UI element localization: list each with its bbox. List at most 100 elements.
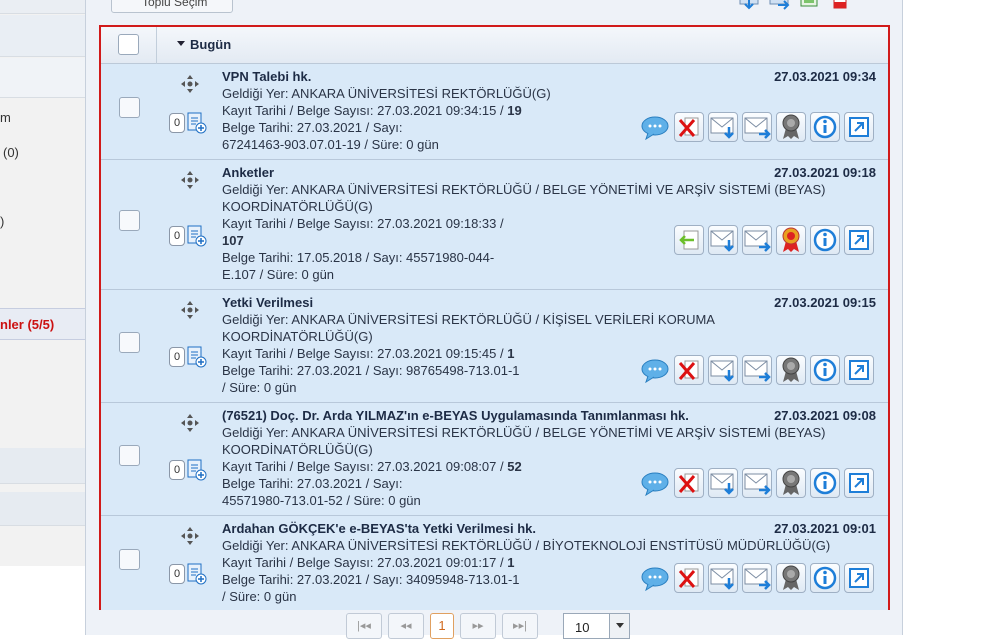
first-page-button[interactable]: |◂◂ xyxy=(346,613,382,639)
move-icon[interactable] xyxy=(180,526,200,546)
seal-button[interactable] xyxy=(776,112,806,142)
row-number: 45571980-713.01-52 / Süre: 0 gün xyxy=(222,493,421,508)
forward-button[interactable] xyxy=(742,112,772,142)
current-page[interactable]: 1 xyxy=(430,613,454,639)
row-title[interactable]: Anketler xyxy=(222,165,274,180)
attachment-add-icon[interactable] xyxy=(187,346,207,368)
attachment-count[interactable]: 0 xyxy=(169,460,185,480)
comment-icon xyxy=(641,472,669,496)
seal-button[interactable] xyxy=(776,468,806,498)
attachment-count[interactable]: 0 xyxy=(169,226,185,246)
open-button[interactable] xyxy=(844,563,874,593)
open-button[interactable] xyxy=(844,468,874,498)
info-button[interactable] xyxy=(810,225,840,255)
move-icon[interactable] xyxy=(180,74,200,94)
reject-icon xyxy=(678,473,699,493)
comment-button[interactable] xyxy=(640,468,670,498)
receive-button[interactable] xyxy=(708,468,738,498)
table-row[interactable]: 0 Anketler 27.03.2021 09:18 Geldiği Yer:… xyxy=(101,160,888,290)
seal-button[interactable] xyxy=(776,355,806,385)
row-doc-date: Belge Tarihi: 27.03.2021 / Sayı: xyxy=(222,476,403,491)
group-header[interactable]: Bugün xyxy=(101,27,888,64)
attachment-add-icon[interactable] xyxy=(187,112,207,134)
info-button[interactable] xyxy=(810,112,840,142)
row-title[interactable]: Yetki Verilmesi xyxy=(222,295,313,310)
sidebar-block[interactable] xyxy=(0,15,85,57)
prev-page-icon: ◂◂ xyxy=(400,620,412,632)
excel-icon[interactable] xyxy=(798,0,822,10)
receive-button[interactable] xyxy=(708,112,738,142)
reject-button[interactable] xyxy=(674,563,704,593)
info-button[interactable] xyxy=(810,355,840,385)
row-record-label: Kayıt Tarihi / Belge Sayısı: 27.03.2021 … xyxy=(222,459,508,474)
move-icon[interactable] xyxy=(180,170,200,190)
sidebar-block[interactable] xyxy=(0,448,85,484)
next-page-button[interactable]: ▸▸ xyxy=(460,613,496,639)
reject-icon xyxy=(678,117,699,137)
row-title[interactable]: VPN Talebi hk. xyxy=(222,69,311,84)
attachment-count[interactable]: 0 xyxy=(169,564,185,584)
sidebar-block[interactable] xyxy=(0,58,85,98)
sidebar-item-m[interactable]: m xyxy=(0,110,11,125)
reject-button[interactable] xyxy=(674,112,704,142)
bulk-select-button[interactable]: Toplu Seçim xyxy=(111,0,233,13)
attachment-add-icon[interactable] xyxy=(187,459,207,481)
mail-forward-icon xyxy=(744,473,771,495)
row-checkbox[interactable] xyxy=(119,210,140,231)
comment-button[interactable] xyxy=(640,355,670,385)
pdf-icon[interactable] xyxy=(828,0,852,10)
reject-button[interactable] xyxy=(674,355,704,385)
seal-button[interactable] xyxy=(776,563,806,593)
receive-button[interactable] xyxy=(708,355,738,385)
collapse-arrow-icon[interactable] xyxy=(177,41,185,46)
prev-page-button[interactable]: ◂◂ xyxy=(388,613,424,639)
row-date: 27.03.2021 09:08 xyxy=(774,408,876,423)
last-page-button[interactable]: ▸▸| xyxy=(502,613,538,639)
sidebar-item-count[interactable]: (0) xyxy=(3,145,19,160)
select-all-checkbox[interactable] xyxy=(118,34,139,55)
reply-button[interactable] xyxy=(674,225,704,255)
attachment-count[interactable]: 0 xyxy=(169,113,185,133)
sidebar-block[interactable] xyxy=(0,492,85,526)
download-icon[interactable] xyxy=(738,0,762,10)
forward-icon[interactable] xyxy=(768,0,792,10)
receive-button[interactable] xyxy=(708,563,738,593)
comment-icon xyxy=(641,567,669,591)
move-icon[interactable] xyxy=(180,413,200,433)
comment-button[interactable] xyxy=(640,112,670,142)
table-row[interactable]: 0 (76521) Doç. Dr. Arda YILMAZ'ın e-BEYA… xyxy=(101,403,888,516)
row-title[interactable]: Ardahan GÖKÇEK'e e-BEYAS'ta Yetki Verilm… xyxy=(222,521,536,536)
sidebar-item-paren[interactable]: ) xyxy=(0,214,4,229)
table-row[interactable]: 0 Ardahan GÖKÇEK'e e-BEYAS'ta Yetki Veri… xyxy=(101,516,888,610)
table-row[interactable]: 0 VPN Talebi hk. 27.03.2021 09:34 Geldiğ… xyxy=(101,64,888,160)
row-source: Geldiği Yer: ANKARA ÜNİVERSİTESİ REKTÖRL… xyxy=(222,182,826,197)
table-row[interactable]: 0 Yetki Verilmesi 27.03.2021 09:15 Geldi… xyxy=(101,290,888,403)
row-checkbox[interactable] xyxy=(119,549,140,570)
open-button[interactable] xyxy=(844,355,874,385)
seal-button[interactable] xyxy=(776,225,806,255)
reject-button[interactable] xyxy=(674,468,704,498)
forward-button[interactable] xyxy=(742,563,772,593)
row-actions xyxy=(640,355,874,385)
comment-button[interactable] xyxy=(640,563,670,593)
open-button[interactable] xyxy=(844,225,874,255)
row-checkbox[interactable] xyxy=(119,97,140,118)
sidebar-item-active[interactable]: nler (5/5) xyxy=(0,308,85,340)
chevron-down-icon[interactable] xyxy=(609,614,629,638)
row-title[interactable]: (76521) Doç. Dr. Arda YILMAZ'ın e-BEYAS … xyxy=(222,408,689,423)
move-icon[interactable] xyxy=(180,300,200,320)
forward-button[interactable] xyxy=(742,355,772,385)
info-button[interactable] xyxy=(810,468,840,498)
info-button[interactable] xyxy=(810,563,840,593)
page-size-select[interactable]: 10 xyxy=(563,613,630,639)
forward-button[interactable] xyxy=(742,468,772,498)
attachment-add-icon[interactable] xyxy=(187,563,207,585)
attachment-add-icon[interactable] xyxy=(187,225,207,247)
receive-button[interactable] xyxy=(708,225,738,255)
row-checkbox[interactable] xyxy=(119,445,140,466)
open-button[interactable] xyxy=(844,112,874,142)
row-checkbox[interactable] xyxy=(119,332,140,353)
forward-button[interactable] xyxy=(742,225,772,255)
row-source-cont: KOORDİNATÖRLÜĞÜ(G) xyxy=(222,329,373,344)
attachment-count[interactable]: 0 xyxy=(169,347,185,367)
